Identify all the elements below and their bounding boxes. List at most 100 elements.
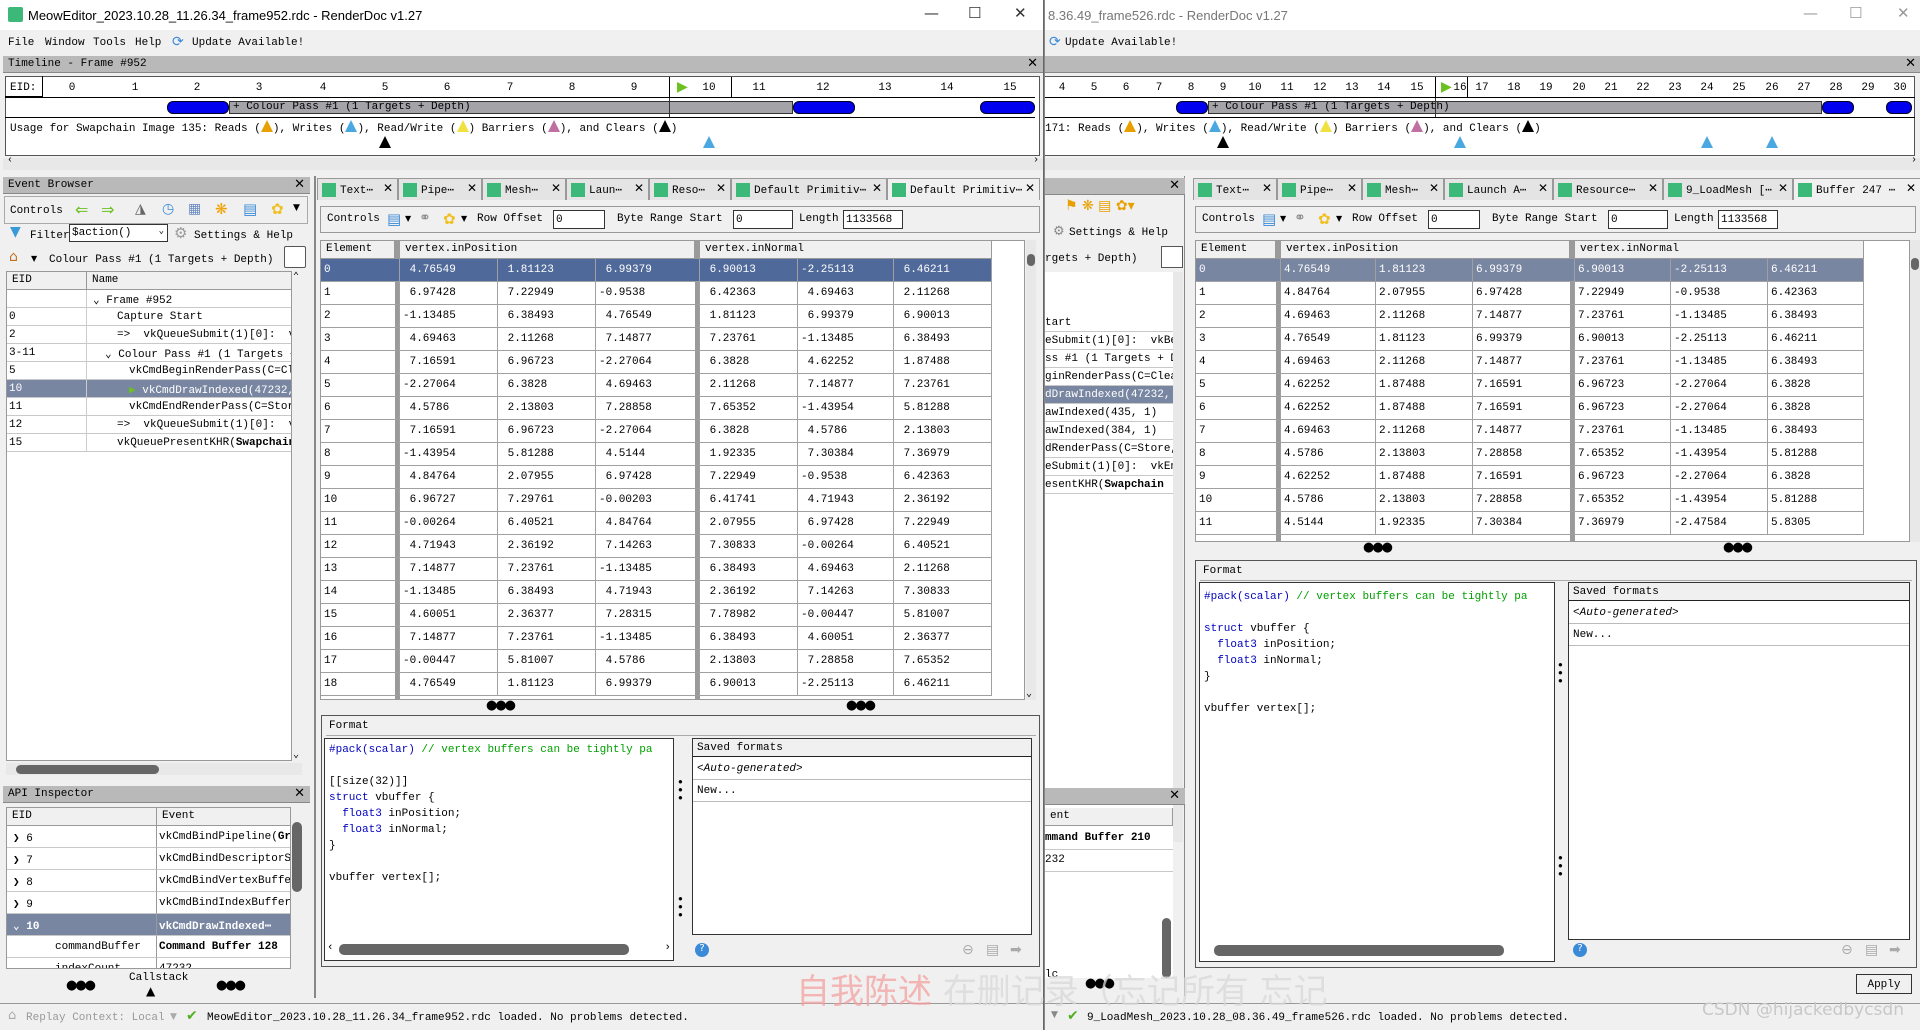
maximize-button[interactable]: ☐	[968, 4, 981, 22]
cell-value[interactable]: 4.76549	[400, 673, 498, 696]
cell-value[interactable]: -2.25113	[798, 673, 894, 696]
cell-value[interactable]: 1.81123	[1376, 328, 1473, 351]
stats-icon[interactable]: ▦	[188, 201, 201, 217]
format-editor[interactable]: #pack(scalar) // vertex buffers can be t…	[324, 738, 674, 961]
event-row[interactable]: ss #1 (1 Targets + De	[1045, 350, 1173, 368]
event-eid[interactable]: 3-11	[7, 344, 87, 362]
cell-value[interactable]: 2.11268	[700, 374, 798, 397]
tab-close-icon[interactable]: ✕	[1262, 181, 1272, 195]
expand-callstack-icon[interactable]: ▲	[146, 984, 155, 998]
cell-value[interactable]: 4.84764	[596, 512, 700, 535]
row-index[interactable]: 1	[321, 282, 400, 305]
expand-chevron-icon[interactable]: ⌄	[93, 295, 106, 307]
saved-formats-list[interactable]: Saved formats <Auto-generated> New...	[1568, 582, 1910, 940]
row-index[interactable]: 17	[321, 650, 400, 673]
notes-edit-icon[interactable]	[284, 246, 306, 268]
cell-value[interactable]: 7.22949	[700, 466, 798, 489]
cell-value[interactable]: -1.13485	[798, 328, 894, 351]
event-eid[interactable]	[7, 290, 87, 308]
cell-value[interactable]: 2.07955	[700, 512, 798, 535]
api-row-event[interactable]: vkCmdBindVertexBuffers	[157, 870, 290, 892]
saved-formats-list[interactable]: Saved formats <Auto-generated> New...	[692, 738, 1032, 935]
writes-marker-icon[interactable]	[1766, 136, 1778, 148]
cell-value[interactable]: 4.62252	[798, 351, 894, 374]
cell-value[interactable]: 4.69463	[1281, 305, 1376, 328]
cell-value[interactable]: -2.27064	[1671, 374, 1768, 397]
cell-value[interactable]: 4.5786	[798, 420, 894, 443]
find-binoculars-icon[interactable]: ◮	[135, 201, 146, 217]
event-eid[interactable]: 0	[7, 308, 87, 326]
cell-value[interactable]: -2.27064	[400, 374, 498, 397]
cell-value[interactable]: 1.92335	[1376, 512, 1473, 535]
cell-value[interactable]: -2.27064	[1671, 466, 1768, 489]
cell-value[interactable]: 1.87488	[894, 351, 992, 374]
cell-value[interactable]: 5.81288	[498, 443, 596, 466]
row-index[interactable]: 12	[321, 535, 400, 558]
cell-value[interactable]: 2.36192	[894, 489, 992, 512]
row-index[interactable]: 3	[1196, 328, 1281, 351]
chevron-down-icon[interactable]: ⌄	[13, 921, 26, 933]
delete-icon[interactable]: ⊖	[1841, 942, 1853, 958]
cell-value[interactable]: 5.81007	[894, 604, 992, 627]
close-icon[interactable]: ✕	[1169, 178, 1180, 193]
column-header-event[interactable]: Event	[157, 808, 290, 826]
cell-value[interactable]: 6.38493	[1768, 420, 1864, 443]
callstack-label[interactable]: Callstack	[129, 972, 188, 984]
tab-7[interactable]: Default Primitiv⋯ ✕	[887, 178, 1040, 200]
cell-value[interactable]: 6.3828	[700, 420, 798, 443]
cell-value[interactable]: 7.65352	[1575, 489, 1671, 512]
cell-value[interactable]: 2.36192	[498, 535, 596, 558]
cell-value[interactable]: 7.16591	[1473, 466, 1575, 489]
cell-value[interactable]: 4.69463	[400, 328, 498, 351]
cell-value[interactable]: 4.84764	[400, 466, 498, 489]
dropdown-arrow-icon[interactable]: ▼	[1280, 214, 1286, 223]
tab-close-icon[interactable]: ✕	[551, 181, 561, 195]
cell-value[interactable]: 2.11268	[1376, 305, 1473, 328]
settings-help-button[interactable]: Settings & Help	[1069, 227, 1168, 239]
cell-value[interactable]: 7.23761	[894, 374, 992, 397]
cell-value[interactable]: 2.11268	[498, 328, 596, 351]
cell-value[interactable]: -2.27064	[596, 420, 700, 443]
cell-value[interactable]: 4.69463	[1281, 351, 1376, 374]
column-header[interactable]: vertex.inNormal	[1575, 241, 1864, 259]
tab-3[interactable]: Mesh⋯ ✕	[482, 178, 566, 200]
api-row-eid[interactable]: ❯ 6	[7, 826, 157, 848]
row-index[interactable]: 2	[1196, 305, 1281, 328]
splitter-handle[interactable]: ●●●	[66, 978, 96, 993]
minimize-button[interactable]: —	[1803, 4, 1818, 22]
cell-value[interactable]: 7.29761	[498, 489, 596, 512]
link-icon[interactable]: ⚭	[419, 210, 431, 226]
api-row[interactable]: 232	[1045, 850, 1173, 872]
cell-value[interactable]: 2.07955	[1376, 282, 1473, 305]
cell-value[interactable]: 5.81288	[894, 397, 992, 420]
api-inspector-partial[interactable]: ent mmand Buffer 210 232	[1045, 808, 1173, 978]
tab-close-icon[interactable]: ✕	[1648, 181, 1658, 195]
action-marker[interactable]	[167, 101, 229, 114]
cell-value[interactable]: -0.9538	[1671, 282, 1768, 305]
tab-close-icon[interactable]: ✕	[1429, 181, 1439, 195]
table-scrollbar[interactable]: ⌄	[1026, 240, 1036, 700]
timeline-scrollbar[interactable]: ‹ ›	[3, 155, 1043, 170]
cell-value[interactable]: 4.71943	[596, 581, 700, 604]
menu-tools[interactable]: Tools	[93, 37, 126, 49]
tab-close-icon[interactable]: ✕	[1347, 181, 1357, 195]
cell-value[interactable]: -2.27064	[596, 351, 700, 374]
cell-value[interactable]: 2.11268	[1376, 351, 1473, 374]
cell-value[interactable]: 7.14263	[596, 535, 700, 558]
settings-help-button[interactable]: Settings & Help	[194, 230, 293, 242]
cell-value[interactable]: 7.65352	[894, 650, 992, 673]
event-row[interactable]: ▶ vkCmdDrawIndexed(47232,	[87, 380, 291, 398]
api-inspector-tree[interactable]: EIDEvent❯ 6vkCmdBindPipeline(Gra❯ 7vkCmd…	[6, 807, 291, 969]
save-icon[interactable]: ▤	[1865, 942, 1878, 958]
tab-5[interactable]: Resource⋯ ✕	[1553, 178, 1663, 200]
event-row[interactable]: => vkQueueSubmit(1)[0]: vkBe	[87, 326, 291, 344]
cell-value[interactable]: 7.14877	[1473, 305, 1575, 328]
tab-close-icon[interactable]: ✕	[383, 181, 393, 195]
cell-value[interactable]: 4.5786	[400, 397, 498, 420]
menu-window[interactable]: Window	[45, 37, 85, 49]
action-marker[interactable]	[980, 101, 1035, 114]
api-row-event[interactable]: vkCmdBindPipeline(Gra	[157, 826, 290, 848]
cell-value[interactable]: 7.30384	[1473, 512, 1575, 535]
close-icon[interactable]: ✕	[1905, 56, 1916, 71]
cell-value[interactable]: -1.43954	[1671, 489, 1768, 512]
